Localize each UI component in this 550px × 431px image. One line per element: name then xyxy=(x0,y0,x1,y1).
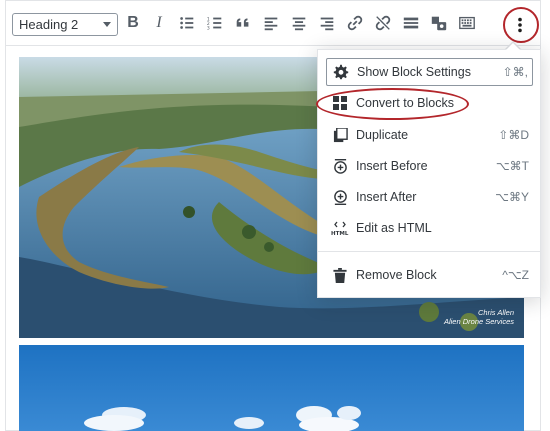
heading-select-value: Heading 2 xyxy=(19,17,79,32)
menu-item-label: Insert Before xyxy=(356,159,428,173)
sky-illustration xyxy=(19,345,524,431)
align-left-icon xyxy=(264,17,278,31)
gear-icon xyxy=(331,62,351,82)
heading-level-select[interactable]: Heading 2 xyxy=(12,13,118,36)
unlink-button[interactable] xyxy=(371,11,395,35)
insert-after-icon xyxy=(330,187,350,207)
align-right-button[interactable] xyxy=(315,11,339,35)
menu-divider xyxy=(318,251,540,252)
bold-button[interactable]: B xyxy=(121,11,145,35)
sky-image[interactable] xyxy=(19,345,524,431)
menu-item-label: Edit as HTML xyxy=(356,221,432,235)
italic-icon: I xyxy=(156,14,162,31)
chevron-down-icon xyxy=(103,22,111,27)
align-left-button[interactable] xyxy=(259,11,283,35)
menu-item-label: Insert After xyxy=(356,190,417,204)
menu-item-label: Remove Block xyxy=(356,268,437,282)
menu-item-shortcut: ⌥⌘Y xyxy=(495,190,529,204)
html-icon: HTML xyxy=(330,218,350,238)
align-center-button[interactable] xyxy=(287,11,311,35)
menu-arrow-fill xyxy=(506,43,520,50)
unlink-icon xyxy=(375,15,391,31)
menu-item-remove-block[interactable]: Remove Block ^⌥Z xyxy=(326,261,533,289)
media-icon xyxy=(431,16,447,31)
link-button[interactable] xyxy=(343,11,367,35)
list-bullets-icon xyxy=(180,17,194,29)
menu-item-label: Show Block Settings xyxy=(357,65,471,79)
highlight-ring-convert-to-blocks xyxy=(316,88,469,120)
menu-item-shortcut: ^⌥Z xyxy=(502,268,529,282)
svg-text:3: 3 xyxy=(207,25,210,31)
menu-item-duplicate[interactable]: Duplicate ⇧⌘D xyxy=(326,121,533,149)
menu-item-insert-before[interactable]: Insert Before ⌥⌘T xyxy=(326,152,533,180)
bold-icon: B xyxy=(127,14,139,31)
menu-item-edit-as-html[interactable]: HTML Edit as HTML xyxy=(326,214,533,242)
italic-button[interactable]: I xyxy=(147,11,171,35)
quote-icon xyxy=(236,18,249,27)
unordered-list-button[interactable] xyxy=(175,11,199,35)
menu-item-shortcut: ⇧⌘D xyxy=(498,128,529,142)
align-right-icon xyxy=(320,17,334,31)
toggle-toolbar-button[interactable] xyxy=(455,11,479,35)
align-center-icon xyxy=(292,17,306,31)
read-more-icon xyxy=(403,17,419,29)
add-media-button[interactable] xyxy=(427,11,451,35)
menu-item-label: Duplicate xyxy=(356,128,409,142)
menu-item-shortcut: ⇧⌘, xyxy=(502,65,528,79)
highlight-ring-more xyxy=(503,7,539,43)
insert-before-icon xyxy=(330,156,350,176)
menu-item-shortcut: ⌥⌘T xyxy=(495,159,529,173)
keyboard-icon xyxy=(459,16,475,30)
svg-text:HTML: HTML xyxy=(331,231,349,236)
ordered-list-button[interactable]: 123 xyxy=(203,11,227,35)
trash-icon xyxy=(330,265,350,285)
list-numbers-icon: 123 xyxy=(207,16,222,31)
image-credit-name: Chris Allen xyxy=(478,308,514,317)
link-icon xyxy=(347,15,363,31)
menu-item-insert-after[interactable]: Insert After ⌥⌘Y xyxy=(326,183,533,211)
read-more-button[interactable] xyxy=(399,11,423,35)
duplicate-icon xyxy=(330,125,350,145)
block-options-menu: Show Block Settings ⇧⌘, Convert to Block… xyxy=(317,49,541,298)
blockquote-button[interactable] xyxy=(231,11,255,35)
image-credit: Chris Allen Alien Drone Services xyxy=(444,308,514,326)
menu-item-show-block-settings[interactable]: Show Block Settings ⇧⌘, xyxy=(326,58,533,86)
image-credit-company: Alien Drone Services xyxy=(443,317,514,326)
